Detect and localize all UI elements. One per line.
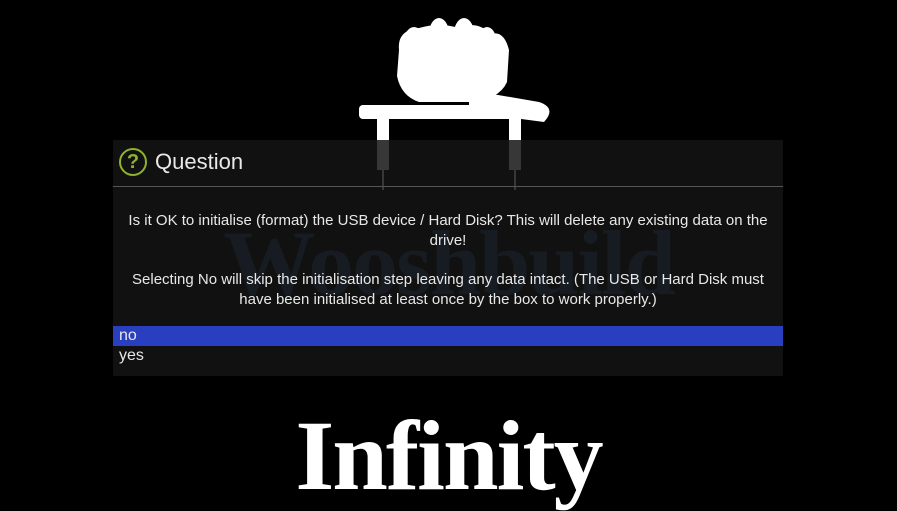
dialog-message-line1: Is it OK to initialise (format) the USB … [119,211,777,252]
dialog-title: Question [155,149,243,175]
question-icon: ? [119,148,147,176]
option-yes[interactable]: yes [113,346,783,366]
dialog-header: ? Question [113,140,783,187]
question-dialog: ? Question Is it OK to initialise (forma… [113,140,783,376]
dialog-options: no yes [113,326,783,376]
dialog-message-line2: Selecting No will skip the initialisatio… [119,270,777,311]
dialog-message: Is it OK to initialise (format) the USB … [113,187,783,326]
brand-bottom-text: Infinity [295,406,601,506]
option-no[interactable]: no [113,326,783,346]
